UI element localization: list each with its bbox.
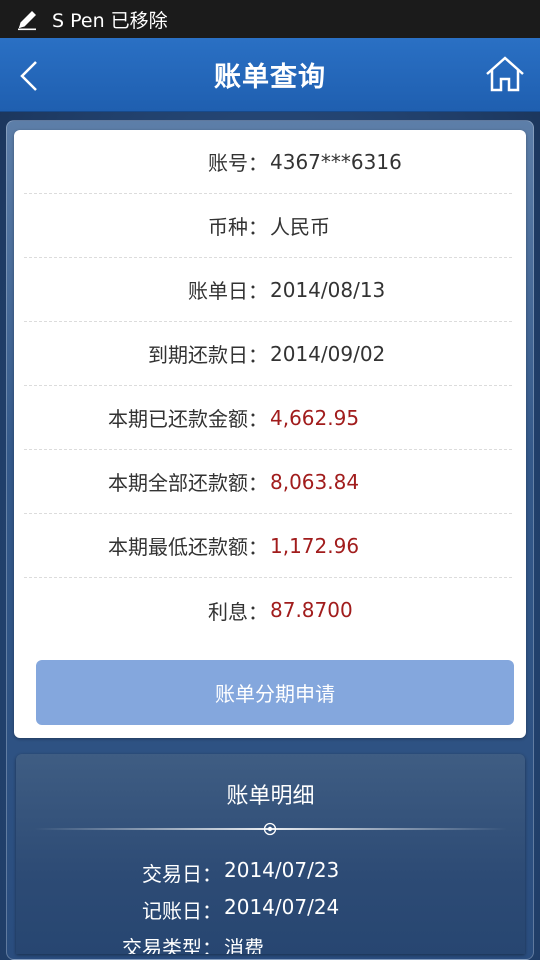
row-label: 本期已还款金额： (108, 407, 268, 431)
installment-apply-button[interactable]: 账单分期申请 (36, 660, 514, 725)
row-value: 87.8700 (270, 598, 353, 622)
row-value: 2014/09/02 (270, 341, 386, 366)
back-button[interactable] (16, 56, 46, 96)
row-label: 本期最低还款额： (108, 535, 268, 559)
row-minimum-repayment: 本期最低还款额： 1,172.96 (24, 514, 512, 578)
row-label: 本期全部还款额： (108, 471, 268, 495)
row-label: 利息： (208, 599, 268, 624)
detail-label: 交易类型： (122, 936, 222, 954)
row-value: 4367***6316 (270, 149, 402, 174)
home-icon (486, 56, 524, 92)
chevron-left-icon (20, 61, 37, 91)
row-account: 账号： 4367***6316 (24, 130, 512, 194)
detail-row-trade-date: 交易日： 2014/07/23 (16, 858, 525, 887)
row-currency: 币种： 人民币 (24, 194, 512, 258)
row-value: 2014/08/13 (270, 277, 386, 302)
row-paid-amount: 本期已还款金额： 4,662.95 (24, 386, 512, 450)
nav-bar: 账单查询 (0, 38, 540, 112)
detail-label: 交易日： (142, 862, 222, 886)
bill-detail-panel: 账单明细 交易日： 2014/07/23 记账日： 2014/07/24 交易类… (16, 754, 525, 954)
bill-summary-card: 账号： 4367***6316 币种： 人民币 账单日： 2014/08/13 … (14, 130, 526, 738)
detail-row-posting-date: 记账日： 2014/07/24 (16, 895, 525, 924)
row-label: 到期还款日： (148, 343, 268, 367)
pen-icon (16, 6, 42, 32)
divider-dot-icon (263, 822, 277, 836)
detail-value: 2014/07/24 (224, 895, 340, 919)
row-due-date: 到期还款日： 2014/09/02 (24, 322, 512, 386)
detail-row-trade-type: 交易类型： 消费 (16, 932, 525, 954)
status-bar: S Pen 已移除 (0, 0, 540, 38)
detail-value: 消费 (224, 936, 264, 954)
row-value: 4,662.95 (270, 405, 360, 430)
row-label: 账号： (208, 151, 268, 175)
detail-label: 记账日： (142, 899, 222, 923)
detail-value: 2014/07/23 (224, 858, 340, 882)
row-label: 账单日： (188, 279, 268, 303)
row-label: 币种： (208, 215, 268, 239)
row-value: 8,063.84 (270, 469, 360, 494)
row-interest: 利息： 87.8700 (24, 578, 512, 642)
home-button[interactable] (484, 54, 526, 94)
detail-title: 账单明细 (226, 784, 315, 809)
row-value: 1,172.96 (270, 533, 360, 558)
row-value: 人民币 (270, 215, 330, 239)
row-statement-date: 账单日： 2014/08/13 (24, 258, 512, 322)
row-full-repayment: 本期全部还款额： 8,063.84 (24, 450, 512, 514)
spen-status-text: S Pen 已移除 (52, 9, 168, 32)
page-title: 账单查询 (214, 62, 326, 93)
